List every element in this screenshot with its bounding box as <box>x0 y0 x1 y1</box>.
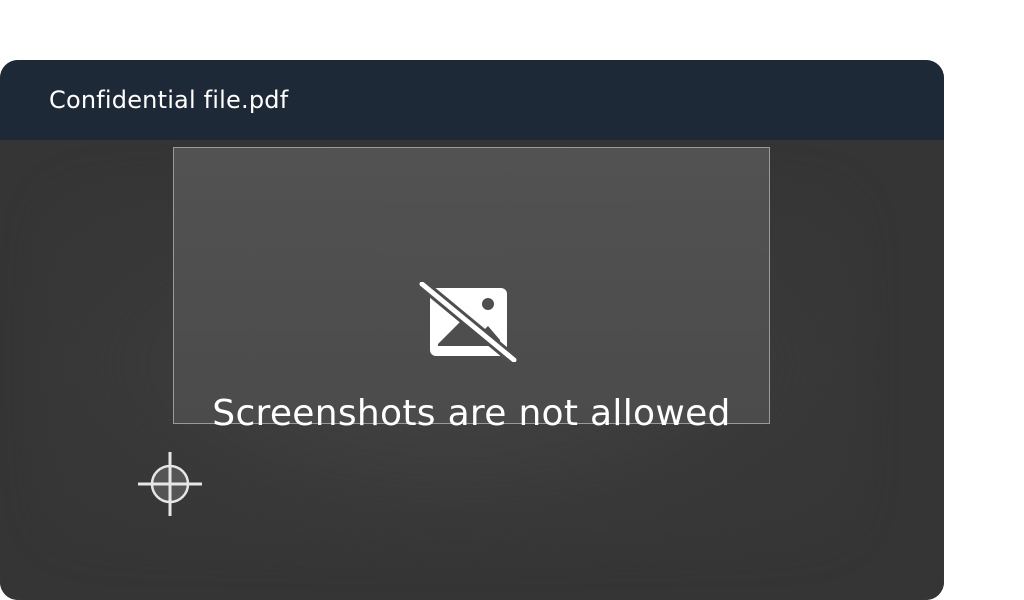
crosshair-cursor-icon <box>138 452 202 516</box>
window-title: Confidential file.pdf <box>49 86 289 114</box>
image-off-icon <box>418 282 518 362</box>
window-titlebar: Confidential file.pdf <box>0 60 944 140</box>
screenshot-blocked-message: Screenshots are not allowed <box>212 393 731 434</box>
